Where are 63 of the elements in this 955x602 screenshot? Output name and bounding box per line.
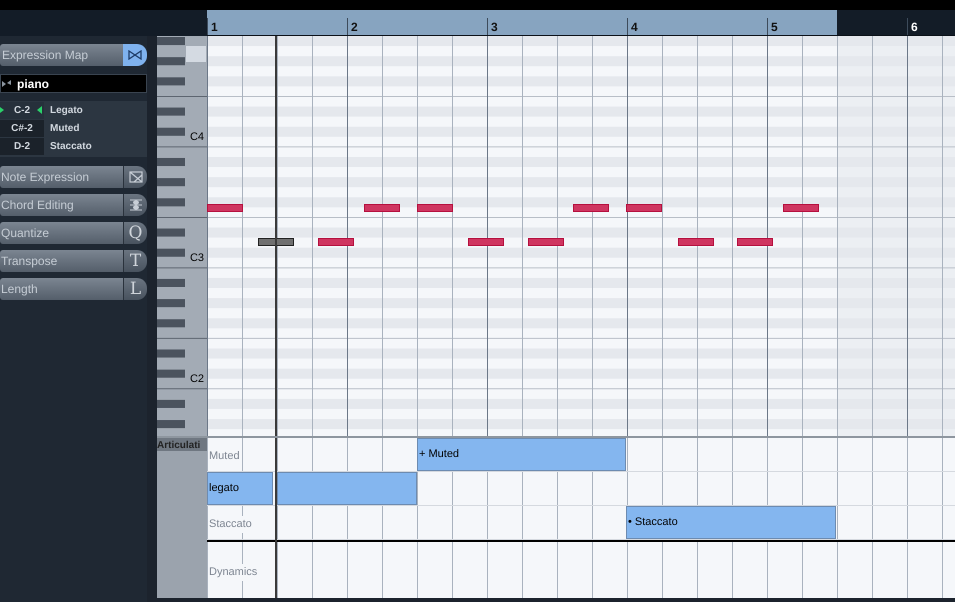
note[interactable]	[364, 204, 400, 212]
expression-map-toggle[interactable]	[123, 44, 147, 66]
bar-number: 3	[487, 18, 498, 35]
inspector-section-button[interactable]: Length	[0, 278, 123, 300]
articulation-note: C#-2	[0, 120, 44, 136]
note[interactable]	[678, 238, 714, 246]
note[interactable]	[737, 238, 773, 246]
note[interactable]	[783, 204, 819, 212]
section-toggle[interactable]	[123, 194, 147, 216]
note[interactable]	[468, 238, 504, 246]
expression-map-button[interactable]: Expression Map	[0, 44, 123, 66]
note[interactable]	[626, 204, 662, 212]
triangle-arrows-icon	[2, 79, 11, 88]
note[interactable]	[528, 238, 564, 246]
bar-number: 6	[907, 18, 918, 35]
articulation-block[interactable]	[277, 472, 417, 505]
inspector-section-button[interactable]: Quantize	[0, 222, 123, 244]
section-toggle[interactable]: L	[123, 278, 147, 300]
note[interactable]	[573, 204, 609, 212]
octave-label: C4	[190, 132, 204, 143]
octave-label: C3	[190, 253, 204, 264]
section-key-icon: Q	[128, 224, 142, 242]
section-toggle[interactable]: T	[123, 250, 147, 272]
section-toggle[interactable]	[123, 166, 147, 188]
selected-marker-icon	[37, 106, 42, 114]
note[interactable]	[207, 204, 243, 212]
lane-row-label: Dynamics	[209, 564, 258, 580]
articulation-block[interactable]: legato	[207, 472, 273, 505]
crossed-square-icon	[128, 171, 142, 183]
note[interactable]	[318, 238, 354, 246]
note[interactable]	[417, 204, 453, 212]
lane-row-label: Staccato	[209, 516, 252, 532]
articulation-block[interactable]: • Staccato	[626, 506, 836, 539]
block-label: • Staccato	[628, 515, 678, 530]
bar-number: 1	[207, 18, 218, 35]
articulation-note: D-2	[0, 138, 44, 154]
articulation-note: C-2	[0, 102, 44, 118]
inspector-section-button[interactable]: Note Expression	[0, 166, 123, 188]
block-label: + Muted	[419, 447, 460, 462]
selected-marker-icon	[0, 106, 4, 112]
articulation-name: Staccato	[49, 140, 92, 154]
bar-number: 4	[627, 18, 638, 35]
muted-note[interactable]	[258, 238, 294, 246]
section-toggle[interactable]: Q	[123, 222, 147, 244]
articulation-row[interactable]: C-2 Legato	[0, 101, 147, 119]
articulation-row[interactable]: D-2 Staccato	[0, 137, 147, 155]
lane-header: Articulati	[157, 438, 207, 451]
articulation-row[interactable]: C#-2 Muted	[0, 119, 147, 137]
inspector-section-button[interactable]: Chord Editing	[0, 194, 123, 216]
inspector-section-button[interactable]: Transpose	[0, 250, 123, 272]
articulation-block[interactable]: + Muted	[417, 438, 626, 471]
block-label: legato	[209, 481, 239, 496]
octave-label: C2	[190, 374, 204, 385]
bar-number: 5	[767, 18, 778, 35]
preset-name: piano	[17, 76, 49, 92]
bowtie-icon	[128, 50, 142, 60]
section-key-icon: L	[130, 280, 142, 298]
preset-field[interactable]: piano	[0, 74, 147, 93]
chord-stack-icon	[130, 198, 142, 212]
articulation-name: Muted	[49, 122, 80, 136]
bar-number: 2	[347, 18, 358, 35]
articulation-name: Legato	[49, 104, 83, 118]
section-key-icon: T	[130, 252, 142, 270]
